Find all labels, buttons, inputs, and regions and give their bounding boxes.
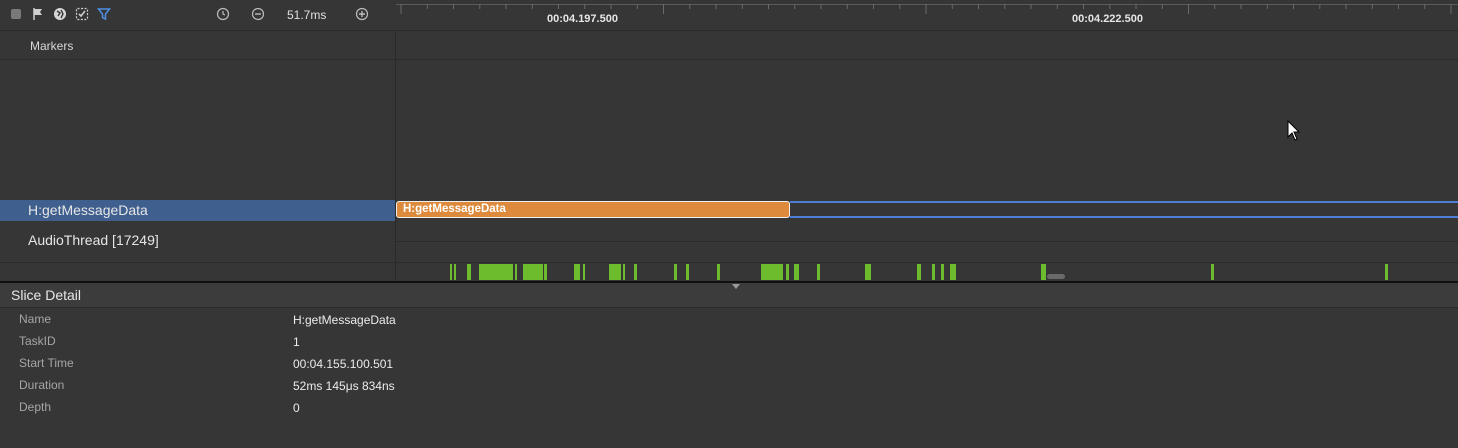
cpu-activity-bar — [817, 264, 820, 280]
slice-bar[interactable]: H:getMessageData — [396, 201, 790, 218]
cpu-activity-track[interactable] — [396, 263, 1458, 281]
ruler-tick-label: 00:04.222.500 — [1072, 13, 1143, 25]
cpu-activity-bar — [583, 264, 585, 280]
cpu-activity-bar — [1211, 264, 1214, 280]
markers-track-label: Markers — [30, 39, 74, 53]
ruler-tick-label: 00:04.197.500 — [547, 13, 618, 25]
filter-icon[interactable] — [97, 7, 111, 21]
cpu-activity-bar — [467, 264, 471, 280]
zoom-in-icon[interactable] — [355, 7, 369, 21]
horizontal-scrollbar-thumb[interactable] — [1047, 274, 1065, 279]
cpu-activity-bar — [686, 264, 689, 280]
cpu-activity-bar — [794, 264, 799, 280]
reset-zoom-icon[interactable] — [216, 7, 230, 21]
detail-value-start-time: 00:04.155.100.501 — [293, 357, 394, 371]
cpu-activity-bar — [932, 264, 935, 280]
cpu-activity-bar — [574, 264, 580, 280]
zoom-level-readout: 51.7ms — [287, 8, 327, 22]
thread-track-label[interactable]: AudioThread [17249] — [28, 232, 159, 248]
cpu-activity-bar — [609, 264, 621, 280]
cpu-activity-bar — [717, 264, 720, 280]
detail-key-name: Name — [19, 312, 52, 326]
cpu-activity-bar — [674, 264, 677, 280]
slice-label: H:getMessageData — [403, 203, 506, 215]
collapse-arrow-icon[interactable] — [732, 284, 740, 289]
time-ruler[interactable]: 00:04.197.500 00:04.222.500 — [396, 0, 1458, 31]
toolbar: 51.7ms — [0, 0, 395, 31]
detail-key-taskid: TaskID — [19, 334, 56, 348]
cpu-activity-bar — [950, 264, 956, 280]
cpu-activity-bar — [1385, 264, 1388, 280]
cpu-activity-bar — [634, 264, 637, 280]
cpu-activity-bar — [865, 264, 871, 280]
cpu-activity-bar — [544, 264, 547, 280]
detail-value-duration: 52ms 145μs 834ns — [293, 379, 395, 393]
cpu-activity-bar — [761, 264, 783, 280]
mouse-cursor-icon — [1287, 120, 1301, 141]
cpu-activity-bar — [941, 264, 944, 280]
selection-range-outline — [790, 201, 1458, 218]
cpu-activity-bar — [515, 264, 517, 280]
cpu-activity-bar — [786, 264, 789, 280]
cpu-activity-bar — [479, 264, 513, 280]
stop-icon[interactable] — [9, 7, 23, 21]
slice-detail-title: Slice Detail — [11, 287, 82, 303]
cpu-activity-bar — [523, 264, 543, 280]
globe-icon[interactable] — [53, 7, 67, 21]
cpu-activity-bar — [1041, 264, 1046, 280]
detail-value-taskid: 1 — [293, 335, 300, 349]
detail-key-start-time: Start Time — [19, 356, 74, 370]
check-list-icon[interactable] — [75, 7, 89, 21]
cpu-activity-bar — [454, 264, 456, 280]
zoom-out-icon[interactable] — [251, 7, 265, 21]
function-track-label[interactable]: H:getMessageData — [28, 202, 148, 218]
flag-icon[interactable] — [31, 7, 45, 21]
detail-key-depth: Depth — [19, 400, 52, 414]
cpu-activity-bar — [917, 264, 921, 280]
cpu-activity-bar — [623, 264, 625, 280]
detail-value-name: H:getMessageData — [293, 313, 396, 327]
detail-value-depth: 0 — [293, 401, 300, 415]
detail-key-duration: Duration — [19, 378, 65, 392]
cpu-activity-bar — [450, 264, 452, 280]
slice-detail-header — [0, 283, 1458, 308]
